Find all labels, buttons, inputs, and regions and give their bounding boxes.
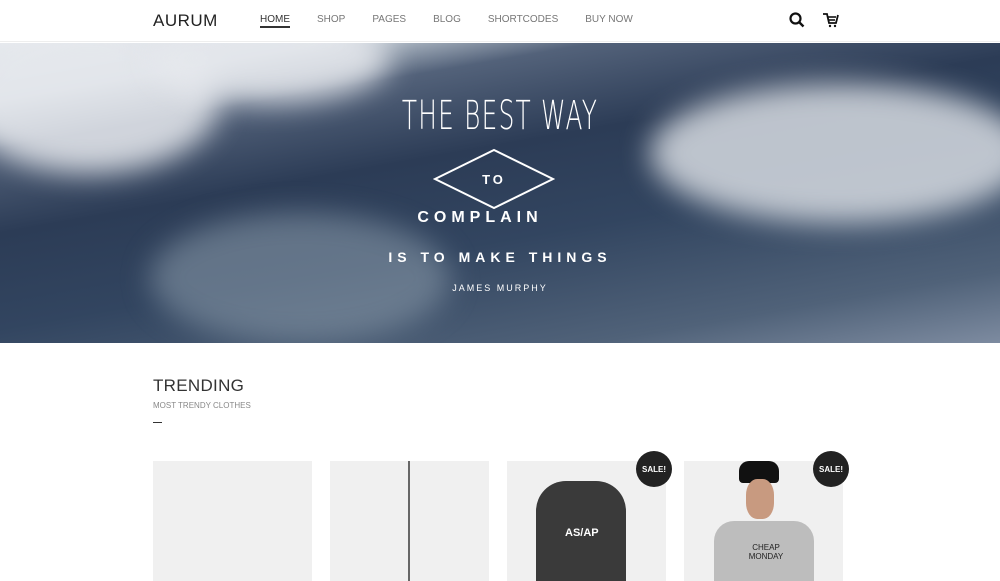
nav-shop[interactable]: SHOP [317, 14, 345, 25]
hero-line-3: COMPLAIN [417, 209, 543, 226]
hero-line-1: THE BEST WAY [401, 93, 599, 139]
nav-home[interactable]: HOME [260, 14, 290, 28]
product-print: CHEAP MONDAY [748, 543, 784, 561]
nav-shortcodes[interactable]: SHORTCODES [488, 14, 558, 25]
necklace-chain [408, 461, 410, 581]
nav-blog[interactable]: BLOG [433, 14, 461, 25]
search-icon[interactable] [789, 12, 805, 28]
hero-author: JAMES MURPHY [452, 283, 548, 293]
logo[interactable]: AURUM [153, 11, 218, 31]
section-title: TRENDING [153, 376, 245, 395]
face-image [746, 479, 774, 519]
product-card[interactable] [330, 461, 489, 581]
section-subtitle: MOST TRENDY CLOTHES [153, 401, 251, 410]
title-divider [153, 422, 162, 423]
product-print: AS/AP [565, 527, 599, 539]
sale-badge: SALE! [636, 451, 672, 487]
site-header: AURUM HOME SHOP PAGES BLOG SHORTCODES BU… [0, 0, 1000, 42]
nav-pages[interactable]: PAGES [372, 14, 406, 25]
hero-line-4: IS TO MAKE THINGS [388, 249, 612, 265]
sale-badge: SALE! [813, 451, 849, 487]
hero-banner: THE BEST WAY TO COMPLAIN IS TO MAKE THIN… [0, 43, 1000, 343]
product-card[interactable] [153, 461, 312, 581]
cart-icon[interactable] [822, 12, 840, 28]
main-nav: HOME SHOP PAGES BLOG SHORTCODES BUY NOW [260, 14, 660, 28]
nav-buy-now[interactable]: BUY NOW [585, 14, 633, 25]
hero-line-2: TO [482, 172, 506, 187]
diamond-frame: TO [433, 148, 555, 210]
